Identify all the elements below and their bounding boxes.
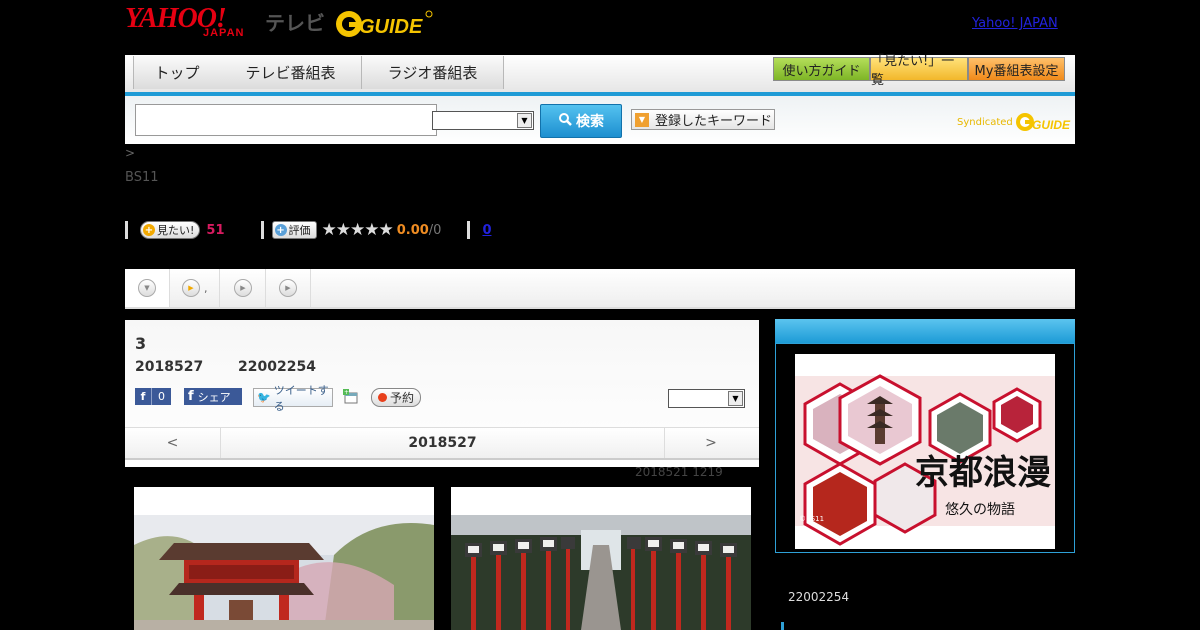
key-visual-subtitle: 悠久の物語: [945, 502, 1015, 518]
search-icon: [558, 112, 572, 130]
shrine-gate-image: [134, 515, 434, 630]
calendar-add-icon: +: [343, 388, 358, 403]
next-day-button[interactable]: >: [663, 428, 759, 458]
tweet-button[interactable]: 🐦 ツイートする: [253, 384, 333, 413]
divider: [781, 622, 784, 630]
svg-text:+: +: [344, 389, 349, 396]
rating-total: /0: [428, 222, 442, 238]
sub-tabs: ▼ ▶ , ▶ ▶: [125, 269, 1075, 309]
divider: [467, 221, 471, 239]
facebook-like-button[interactable]: f 0: [135, 388, 171, 405]
gguide-small-icon: GUIDE: [1015, 113, 1071, 132]
registered-keyword-label: 登録したキーワード: [655, 114, 773, 129]
divider: [125, 221, 128, 239]
want-to-watch-label: 見たい!: [157, 224, 195, 237]
record-icon: [377, 393, 387, 402]
play-icon: ▶: [234, 279, 252, 297]
breadcrumb[interactable]: >: [125, 146, 135, 160]
plus-icon: +: [143, 224, 155, 236]
search-button-label: 検索: [576, 114, 604, 130]
lantern-stairs-image: [451, 515, 751, 630]
rating-stars: ★★★★★: [321, 220, 394, 240]
subtab-overview[interactable]: ▼: [125, 269, 170, 307]
date-nav-label: 2018527: [220, 428, 665, 458]
prev-day-button[interactable]: <: [125, 428, 220, 458]
program-photo-shrine-gate[interactable]: [134, 487, 434, 630]
program-title: 3: [135, 334, 147, 353]
program-panel: 3 2018527 22002254 f 0 f シェア 🐦 ツイートする + …: [125, 320, 759, 467]
sidebar-header: [775, 319, 1075, 343]
my-listings-settings-button[interactable]: My番組表設定: [968, 57, 1065, 81]
program-photo-lantern-stairs[interactable]: [451, 487, 751, 630]
tab-tv-listings[interactable]: テレビ番組表: [220, 56, 362, 89]
chevron-down-icon: ▼: [517, 113, 532, 128]
add-calendar-button[interactable]: +: [343, 388, 359, 405]
usage-guide-button[interactable]: 使い方ガイド: [773, 57, 870, 81]
facebook-icon: f: [135, 388, 151, 405]
search-button[interactable]: 検索: [540, 104, 622, 138]
svg-text:GUIDE: GUIDE: [359, 16, 423, 38]
chevron-down-icon: ▼: [138, 279, 156, 297]
yahoo-logo[interactable]: YAHOO! JAPAN テレビ: [125, 5, 325, 40]
comment-count-link[interactable]: 0: [482, 223, 491, 238]
syndicated-label: Syndicated: [957, 116, 1013, 128]
program-stats: + 見たい! 51 + 評価 ★★★★★ 0.00 /0 0: [125, 220, 492, 240]
search-input[interactable]: [135, 104, 437, 136]
program-select[interactable]: ▼: [668, 389, 745, 408]
date-navigation: < 2018527 >: [125, 427, 759, 460]
facebook-like-count: 0: [151, 388, 171, 405]
search-bar: ▼ 検索 ▼ 登録したキーワード Syndicated GUIDE: [125, 96, 1075, 144]
dropdown-arrow-icon: ▼: [635, 112, 649, 127]
tab-radio-listings[interactable]: ラジオ番組表: [362, 56, 504, 89]
want-list-button[interactable]: 「見たい!」一覧: [870, 54, 968, 88]
program-key-visual[interactable]: 京都浪漫 悠久の物語 ©BS11: [795, 354, 1055, 549]
play-icon: ▶: [182, 279, 200, 297]
rate-button[interactable]: + 評価: [271, 221, 317, 239]
want-count: 51: [206, 222, 225, 238]
plus-icon: +: [274, 224, 287, 236]
tab-top[interactable]: トップ: [133, 56, 221, 89]
reserve-button[interactable]: 予約: [371, 388, 421, 407]
subtab-1[interactable]: ▶ ,: [170, 269, 220, 307]
search-category-select[interactable]: ▼: [432, 111, 534, 130]
updated-timestamp: 2018521 1219: [635, 465, 723, 479]
subtab-3[interactable]: ▶: [266, 269, 311, 307]
page: YAHOO! JAPAN テレビ GUIDE Yahoo! JAPAN トップ …: [0, 0, 1200, 630]
registered-keyword-button[interactable]: ▼ 登録したキーワード: [631, 109, 775, 130]
program-date: 2018527: [135, 359, 204, 375]
gguide-logo[interactable]: GUIDE: [335, 8, 435, 40]
yahoo-japan-link[interactable]: Yahoo! JAPAN: [972, 16, 1058, 31]
divider: [260, 221, 264, 239]
tweet-label: ツイートする: [273, 383, 329, 413]
subtab-2[interactable]: ▶: [221, 269, 266, 307]
channel-name: BS11: [125, 170, 159, 185]
chevron-down-icon: ▼: [728, 391, 743, 406]
want-to-watch-button[interactable]: + 見たい!: [140, 221, 201, 239]
twitter-bird-icon: 🐦: [257, 391, 271, 404]
syndicated-gguide-logo: Syndicated GUIDE: [957, 111, 1071, 133]
program-episode-id: 22002254: [238, 359, 316, 375]
reserve-label: 予約: [389, 391, 414, 405]
subtab-1-label: ,: [204, 281, 208, 295]
key-visual-title: 京都浪漫: [915, 453, 1051, 493]
rating-value: 0.00: [396, 222, 429, 238]
facebook-share-button[interactable]: f シェア: [184, 388, 242, 405]
facebook-icon: f: [188, 389, 194, 404]
svg-text:GUIDE: GUIDE: [1032, 118, 1071, 132]
play-icon: ▶: [279, 279, 297, 297]
key-visual-credit: ©BS11: [799, 515, 824, 523]
kyoto-roman-key-visual: 京都浪漫 悠久の物語 ©BS11: [795, 354, 1055, 549]
rate-label: 評価: [288, 224, 311, 237]
sidebar-episode-id: 22002254: [788, 590, 850, 604]
main-nav: トップ テレビ番組表 ラジオ番組表 使い方ガイド 「見たい!」一覧 My番組表設…: [125, 54, 1075, 96]
tv-wordmark: テレビ: [265, 11, 325, 35]
japan-wordmark: JAPAN: [203, 27, 245, 39]
facebook-share-label: シェア: [197, 390, 231, 404]
